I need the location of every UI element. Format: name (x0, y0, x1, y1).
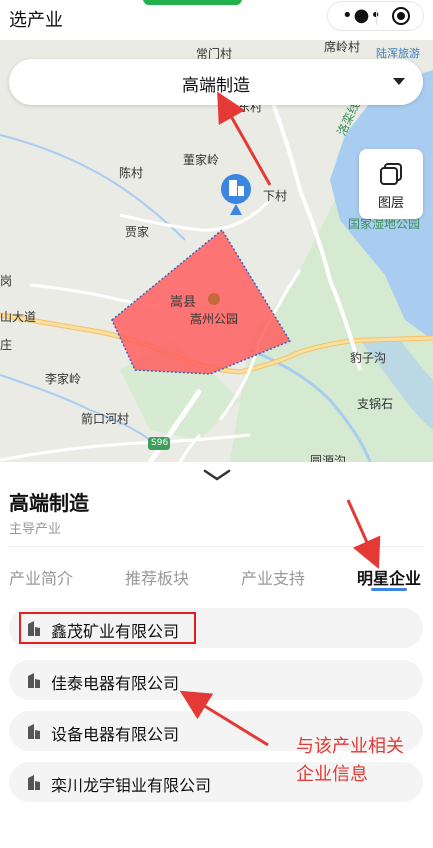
map-label: 董家岭 (183, 153, 220, 167)
building-pin-icon[interactable] (221, 174, 251, 215)
tab-bar: 产业简介 推荐板块 产业支持 明星企业 (9, 565, 429, 593)
industry-title: 高端制造 (9, 491, 89, 515)
industry-region[interactable] (111, 228, 292, 375)
map-label: 庄 (0, 338, 13, 352)
active-tab-indicator (371, 588, 407, 591)
mini-program-capsule[interactable]: •●• (327, 1, 424, 31)
building-icon (28, 775, 40, 790)
company-name: 设备电器有限公司 (51, 725, 180, 744)
tab-star-companies[interactable]: 明星企业 (357, 565, 421, 589)
page-title: 选产业 (9, 10, 63, 31)
company-name: 栾川龙宇钼业有限公司 (51, 776, 212, 795)
layers-label: 图层 (377, 196, 404, 211)
map-label: 箭口河村 (81, 412, 130, 426)
status-pill (143, 0, 242, 5)
map-label: 下村 (263, 189, 288, 203)
map-label: 陈村 (119, 166, 144, 180)
map-label: 席岭村 (324, 40, 361, 54)
highlight-box (19, 612, 196, 644)
caret-down-icon (393, 78, 405, 85)
highway-label: S96 (151, 438, 169, 448)
map-label: 豹子沟 (350, 351, 387, 365)
industry-select[interactable]: 高端制造 (9, 59, 423, 105)
close-target-icon[interactable] (392, 7, 410, 25)
divider (9, 546, 423, 547)
map-label: 李家岭 (45, 372, 82, 386)
industry-select-value: 高端制造 (182, 76, 250, 96)
park-marker-icon (208, 293, 220, 305)
building-icon (28, 724, 40, 739)
company-name: 佳泰电器有限公司 (51, 674, 180, 693)
industry-subtitle: 主导产业 (9, 522, 62, 537)
capsule-divider (376, 9, 377, 25)
company-item[interactable]: 佳泰电器有限公司 (9, 660, 423, 700)
tab-recommended[interactable]: 推荐板块 (125, 565, 189, 589)
map-label: 山大道 (0, 310, 37, 324)
tab-support[interactable]: 产业支持 (241, 565, 305, 589)
map-label: 支锅石 (357, 397, 394, 411)
building-icon (28, 673, 40, 688)
map-label: 嵩县 (170, 295, 197, 310)
map-label: 贾家 (125, 225, 150, 239)
chevron-down-icon[interactable] (203, 468, 231, 482)
top-bar: 选产业 •●• (0, 0, 433, 40)
layers-button[interactable]: 图层 (359, 149, 423, 219)
annotation-text: 与该产业相关 (296, 736, 404, 757)
tab-intro[interactable]: 产业简介 (9, 565, 73, 589)
annotation-text: 企业信息 (296, 764, 368, 785)
map-label: 岗 (0, 274, 13, 288)
layers-icon (380, 163, 402, 185)
map-label: 圆源沟 (310, 454, 347, 462)
map-label: 嵩州公园 (190, 312, 239, 326)
